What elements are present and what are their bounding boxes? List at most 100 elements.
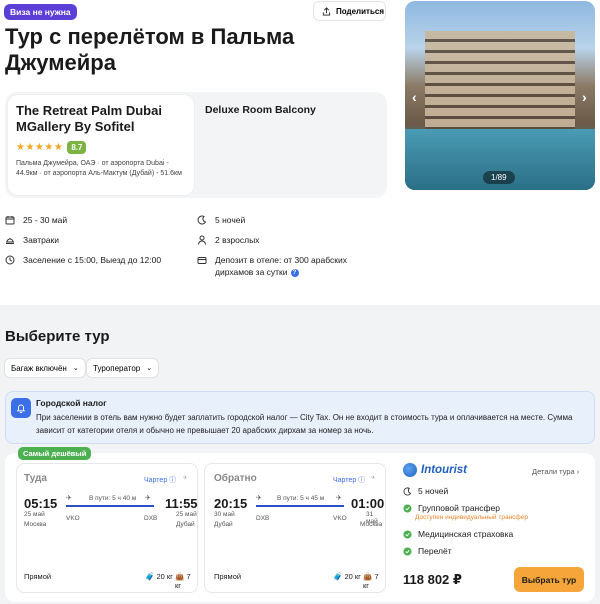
deposit-text: Депозит в отеле: от 300 арабских дирхамо… — [215, 255, 347, 277]
outbound-flight[interactable]: Туда Чартер ⓘ ✈ 05:15 11:55 ✈ В пути: 5 … — [16, 463, 198, 593]
departure-airport: DXB — [256, 515, 270, 522]
suitcase-icon: 🧳 — [333, 572, 343, 581]
check-icon — [403, 503, 412, 513]
bell-icon — [11, 398, 31, 418]
feature-insurance: Медицинская страховка — [403, 529, 513, 539]
feature-flight: Перелёт — [403, 546, 452, 556]
moon-icon — [403, 486, 412, 495]
takeoff-icon: ✈ — [66, 495, 72, 502]
tour-details-link[interactable]: Детали тура › — [532, 467, 579, 476]
arrival-airport: DXB — [144, 515, 158, 522]
arrival-city: Дубай — [176, 521, 195, 528]
flight-duration: В пути: 5 ч 40 м — [89, 495, 137, 502]
visa-badge: Виза не нужна — [4, 4, 77, 20]
hand-luggage-info: 👜 7 кг — [175, 572, 191, 590]
filter-label: Туроператор — [93, 363, 141, 373]
charter-label: Чартер ⓘ — [333, 477, 366, 484]
departure-date: 25 май — [24, 511, 45, 518]
clock-icon — [5, 255, 15, 265]
deposit-info: Депозит в отеле: от 300 арабских дирхамо… — [197, 254, 372, 278]
airline-logo-icon: ✈ — [371, 475, 376, 481]
nights-info: 5 ночей — [197, 214, 245, 226]
stops-label: Прямой — [24, 572, 52, 581]
takeoff-icon: ✈ — [256, 495, 262, 502]
page-title: Тур с перелётом в Пальма Джумейра — [5, 24, 295, 75]
person-icon — [198, 235, 206, 245]
landing-icon: ✈ — [336, 495, 342, 502]
choose-tour-button[interactable]: Выбрать тур — [514, 567, 584, 592]
route-line — [66, 505, 154, 507]
nights-text: 5 ночей — [215, 215, 246, 225]
section-title: Выберите тур — [5, 328, 110, 345]
direction-label: Туда — [24, 473, 47, 484]
hotel-location: Пальма Джумейра, ОАЭ · от аэропорта Duba… — [16, 160, 182, 177]
dates-text: 25 - 30 май — [23, 215, 68, 225]
photo-gallery[interactable]: ‹ › 1/89 — [405, 1, 595, 190]
guests-text: 2 взрослых — [215, 235, 260, 245]
tax-text: При заселении в отель вам нужно будет за… — [36, 413, 573, 435]
cheapest-badge: Самый дешёвый — [18, 447, 92, 460]
check-icon — [403, 529, 412, 539]
guests-info: 2 взрослых — [197, 234, 259, 246]
departure-city: Москва — [24, 521, 47, 528]
chevron-down-icon: ⌄ — [72, 365, 79, 372]
star-rating-icon: ★★★★★ — [16, 142, 64, 153]
direction-label: Обратно — [214, 473, 257, 484]
filter-label: Багаж включён — [11, 363, 67, 373]
departure-airport: VKO — [66, 515, 80, 522]
arrival-time: 11:55 — [165, 496, 198, 511]
feature-nights: 5 ночей — [403, 486, 448, 496]
hotel-photo — [425, 31, 575, 131]
checkin-text: Заселение с 15:00, Выезд до 12:00 — [23, 255, 162, 265]
bag-icon: 👜 — [175, 572, 185, 581]
calendar-icon — [5, 216, 15, 225]
departure-date: 30 май — [214, 511, 235, 518]
flight-duration: В пути: 5 ч 45 м — [277, 495, 325, 502]
suitcase-icon: 🧳 — [145, 572, 155, 581]
rating-badge: 8.7 — [67, 141, 87, 154]
room-type: Deluxe Room Balcony — [205, 104, 316, 116]
landing-icon: ✈ — [145, 495, 151, 502]
filter-baggage[interactable]: Багаж включён ⌄ — [4, 358, 86, 378]
check-icon — [403, 546, 412, 556]
hotel-card[interactable]: The Retreat Palm Dubai MGallery By Sofit… — [8, 95, 194, 195]
tour-price: 118 802 ₽ — [403, 572, 462, 587]
tax-title: Городской налог — [36, 398, 107, 408]
intourist-logo-icon — [403, 463, 417, 477]
departure-city: Дубай — [214, 521, 233, 528]
arrival-time: 01:00 — [351, 496, 385, 511]
meals-info: Завтраки — [5, 234, 59, 246]
operator-logo: Intourist — [403, 463, 467, 477]
arrival-city: Москва — [360, 521, 383, 528]
share-button[interactable]: Поделиться — [313, 1, 386, 21]
baggage-info: 🧳 20 кг — [333, 572, 361, 581]
hotel-name: The Retreat Palm Dubai MGallery By Sofit… — [16, 103, 162, 134]
meals-icon — [6, 238, 14, 244]
airline-logo-icon: ✈ — [183, 475, 188, 481]
bag-icon: 👜 — [363, 572, 373, 581]
share-label: Поделиться — [336, 6, 385, 16]
help-icon[interactable]: ? — [290, 268, 299, 277]
moon-icon — [197, 215, 207, 225]
feature-transfer: Групповой трансфер — [403, 503, 500, 513]
return-flight[interactable]: Обратно Чартер ⓘ ✈ 20:15 01:00 ✈ В пути:… — [204, 463, 386, 593]
departure-time: 20:15 — [214, 496, 248, 511]
deposit-icon — [197, 257, 207, 264]
chevron-down-icon: ⌄ — [146, 365, 153, 372]
stops-label: Прямой — [214, 572, 242, 581]
hand-luggage-info: 👜 7 кг — [363, 572, 379, 590]
share-icon — [322, 6, 331, 16]
meals-text: Завтраки — [23, 235, 60, 245]
prev-photo-icon[interactable]: ‹ — [412, 89, 417, 105]
arrival-date: 25 май — [176, 511, 197, 518]
route-line — [256, 505, 344, 507]
dates-info: 25 - 30 май — [5, 214, 67, 226]
photo-counter: 1/89 — [483, 171, 515, 184]
transfer-note: Доступен индивидуальный трансфер — [415, 514, 528, 521]
charter-label: Чартер ⓘ — [144, 477, 177, 484]
arrival-airport: VKO — [333, 515, 347, 522]
next-photo-icon[interactable]: › — [582, 89, 587, 105]
departure-time: 05:15 — [24, 496, 58, 511]
checkin-info: Заселение с 15:00, Выезд до 12:00 — [5, 254, 161, 266]
filter-operator[interactable]: Туроператор ⌄ — [86, 358, 160, 378]
